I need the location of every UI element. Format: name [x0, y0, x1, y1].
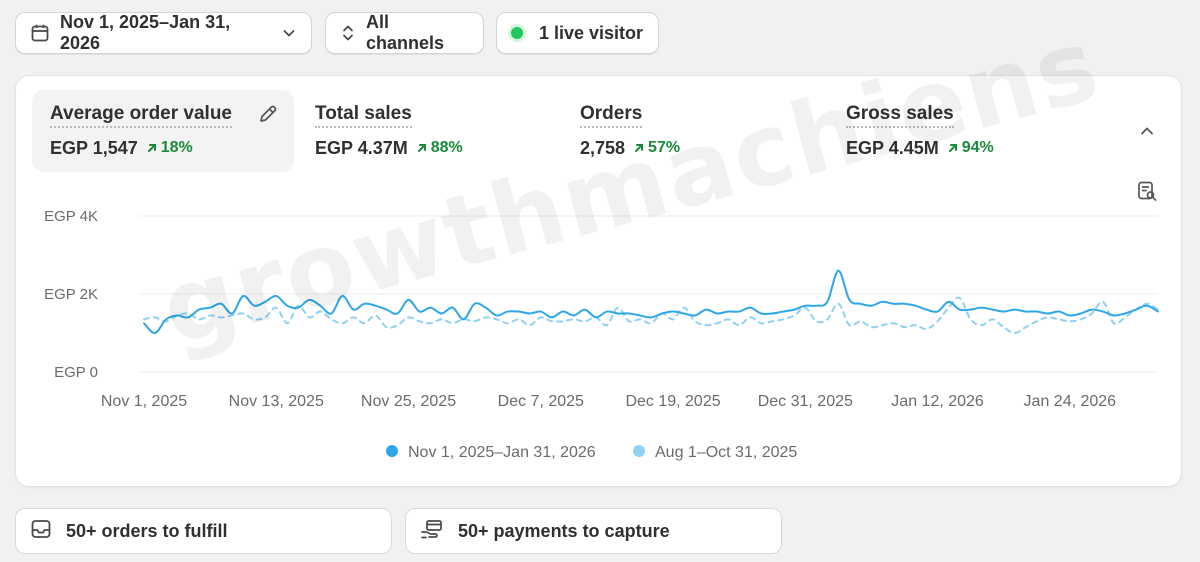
metric-delta: 94% [947, 139, 994, 157]
live-visitors-label: 1 live visitor [539, 22, 644, 43]
x-tick-label: Dec 31, 2025 [758, 393, 853, 410]
metric-delta-value: 57% [648, 139, 681, 156]
x-tick-label: Jan 24, 2026 [1024, 393, 1117, 410]
inbox-icon [30, 518, 52, 545]
live-visitors-button[interactable]: 1 live visitor [496, 12, 659, 54]
metric-value: EGP 4.37M [315, 138, 408, 158]
metric-orders[interactable]: Orders 2,758 57% [562, 90, 824, 172]
x-tick-label: Nov 13, 2025 [229, 393, 324, 410]
analytics-card: EGP 4K EGP 2K EGP 0 Nov 1, 2025 Nov 13, 2025… [15, 75, 1182, 487]
metric-value: EGP 1,547 [50, 138, 138, 158]
metric-average-order-value[interactable]: Average order value EGP 1,547 18% [32, 90, 294, 172]
date-range-picker[interactable]: Nov 1, 2025–Jan 31, 2026 [15, 12, 312, 54]
channels-label: All channels [366, 12, 445, 53]
payments-to-capture-label: 50+ payments to capture [458, 520, 670, 541]
metric-value: EGP 4.45M [846, 138, 939, 158]
payments-to-capture-button[interactable]: 50+ payments to capture [405, 508, 782, 554]
metric-label: Average order value [50, 103, 232, 128]
orders-to-fulfill-label: 50+ orders to fulfill [66, 520, 228, 541]
metric-delta-value: 88% [430, 139, 463, 156]
arrow-up-right-icon [635, 144, 644, 152]
x-tick-label: Nov 1, 2025 [101, 393, 187, 410]
legend-label: Nov 1, 2025–Jan 31, 2026 [408, 444, 596, 461]
legend-marker [386, 445, 398, 457]
metric-value: 2,758 [580, 138, 626, 158]
orders-to-fulfill-button[interactable]: 50+ orders to fulfill [15, 508, 392, 554]
metric-delta: 88% [416, 139, 463, 157]
legend-marker [633, 445, 645, 457]
y-tick-label: EGP 4K [44, 208, 98, 225]
live-status-icon [511, 27, 523, 39]
chevron-up-icon[interactable] [1136, 120, 1158, 147]
metric-delta-value: 18% [160, 139, 193, 156]
comparison-series-line [143, 296, 1159, 334]
metric-gross-sales[interactable]: Gross sales EGP 4.45M 94% [828, 90, 1090, 172]
legend-label: Aug 1–Oct 31, 2025 [655, 444, 797, 461]
metric-total-sales[interactable]: Total sales EGP 4.37M 88% [297, 90, 559, 172]
report-search-icon[interactable] [1136, 180, 1158, 207]
arrow-up-right-icon [147, 144, 156, 152]
arrow-up-right-icon [948, 144, 957, 152]
metric-delta: 18% [146, 139, 193, 157]
metric-label: Orders [580, 103, 643, 128]
x-tick-label: Dec 19, 2025 [625, 393, 720, 410]
metric-delta: 57% [633, 139, 680, 157]
sort-arrows-icon [340, 23, 356, 43]
pencil-icon[interactable] [258, 104, 278, 129]
chevron-down-icon [281, 25, 297, 41]
channels-selector[interactable]: All channels [325, 12, 484, 54]
arrow-up-right-icon [417, 144, 426, 152]
hand-card-icon [420, 518, 444, 545]
metric-label: Total sales [315, 103, 412, 128]
calendar-icon [30, 23, 50, 43]
x-tick-label: Jan 12, 2026 [891, 393, 984, 410]
metric-label: Gross sales [846, 103, 954, 128]
x-tick-label: Dec 7, 2025 [498, 393, 584, 410]
y-tick-label: EGP 0 [54, 364, 98, 381]
metric-delta-value: 94% [961, 139, 994, 156]
date-range-label: Nov 1, 2025–Jan 31, 2026 [60, 12, 231, 53]
x-tick-label: Nov 25, 2025 [361, 393, 456, 410]
y-tick-label: EGP 2K [44, 286, 98, 303]
